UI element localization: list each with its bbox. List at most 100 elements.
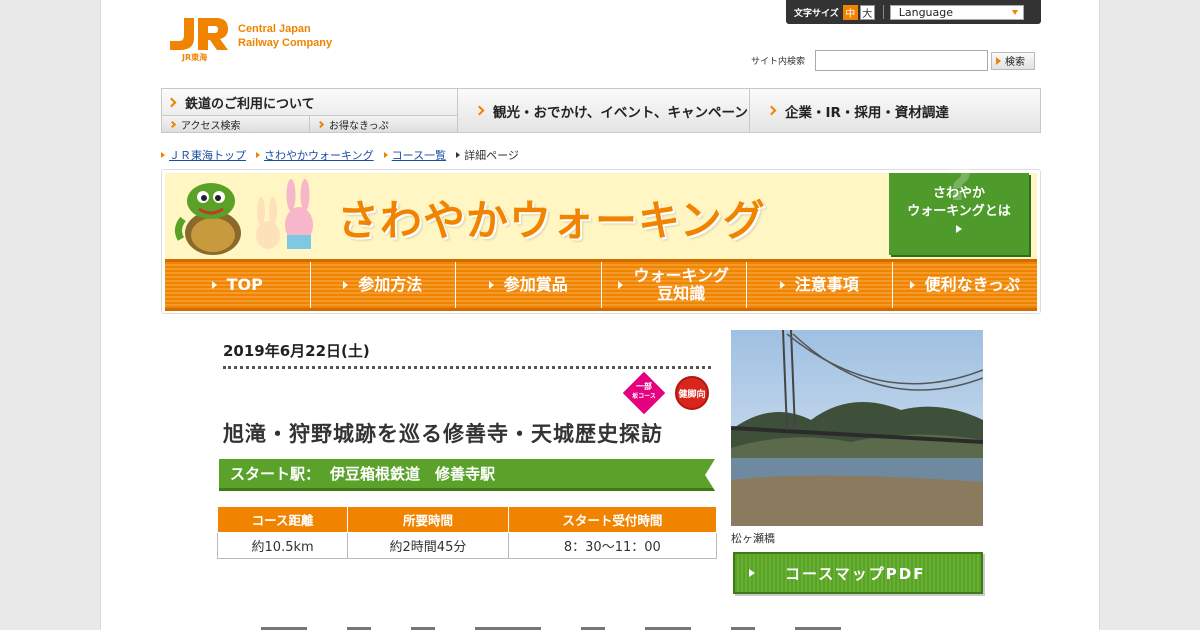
walking-nav: TOP 参加方法 参加賞品 ウォーキング 豆知識 注意事項 便利なきっぷ bbox=[165, 259, 1037, 311]
arrow-right-icon bbox=[779, 281, 785, 289]
course-info-table: コース距離 所要時間 スタート受付時間 約10.5km 約2時間45分 8：30… bbox=[216, 506, 718, 559]
header-duration: 所要時間 bbox=[347, 506, 509, 533]
walking-nav-label-line-2: 豆知識 bbox=[657, 284, 706, 303]
badge-line-2: 坂コース bbox=[632, 393, 656, 400]
breadcrumb-label: 詳細ページ bbox=[464, 149, 519, 162]
chevron-right-icon bbox=[766, 105, 777, 116]
gnav-item-label: 企業・IR・採用・資材調達 bbox=[785, 104, 949, 121]
arrow-right-icon bbox=[618, 281, 624, 289]
jr-central-logo[interactable]: JR東海 Central Japan Railway Company bbox=[166, 16, 332, 64]
search-label: サイト内検索 bbox=[751, 57, 806, 67]
walking-nav-tickets[interactable]: 便利なきっぷ bbox=[893, 262, 1038, 308]
walking-nav-label: 注意事項 bbox=[794, 275, 859, 294]
value-start-time: 8：30～11：00 bbox=[507, 532, 718, 559]
arrow-right-icon bbox=[161, 152, 165, 158]
walking-nav-tips[interactable]: ウォーキング 豆知識 bbox=[602, 262, 747, 308]
difficulty-badge: 健脚向 bbox=[675, 376, 709, 410]
logo-line-2: Railway Company bbox=[238, 37, 333, 49]
arrow-right-icon bbox=[343, 281, 349, 289]
table-header-row: コース距離 所要時間 スタート受付時間 bbox=[216, 506, 718, 533]
language-select[interactable]: Language bbox=[889, 4, 1024, 20]
walking-nav-how-to-join[interactable]: 参加方法 bbox=[311, 262, 456, 308]
arrow-right-icon bbox=[211, 281, 217, 289]
gnav-railway-group: 鉄道のご利用について アクセス検索 お得なきっぷ bbox=[162, 89, 458, 132]
gnav-item-label: 観光・おでかけ、イベント、キャンペーン bbox=[493, 104, 748, 121]
gnav-sub-label: アクセス検索 bbox=[181, 120, 241, 132]
photo-caption: 松ヶ瀬橋 bbox=[731, 532, 775, 545]
event-date: 2019年6月22日(土) bbox=[223, 342, 370, 360]
search-button[interactable]: 検索 bbox=[991, 51, 1036, 70]
logo-company-name: Central Japan Railway Company bbox=[238, 22, 332, 50]
walking-nav-label: 参加方法 bbox=[358, 275, 423, 294]
walking-nav-label: ウォーキング 豆知識 bbox=[633, 267, 729, 303]
gnav-railway-use[interactable]: 鉄道のご利用について bbox=[162, 89, 457, 117]
gnav-subs: アクセス検索 お得なきっぷ bbox=[162, 116, 457, 132]
arrow-right-icon bbox=[456, 152, 461, 158]
breadcrumb: ＪＲ東海トップ さわやかウォーキング コース一覧 詳細ページ bbox=[161, 147, 529, 163]
course-map-pdf-button[interactable]: コースマップPDF bbox=[733, 552, 983, 594]
arrow-right-icon bbox=[383, 152, 388, 158]
search-input[interactable] bbox=[815, 50, 989, 71]
arrow-right-icon bbox=[909, 281, 915, 289]
start-station-name: 伊豆箱根鉄道 修善寺駅 bbox=[330, 465, 496, 483]
gnav-access-search[interactable]: アクセス検索 bbox=[162, 116, 310, 132]
banner-header: さわやかウォーキング ? さわやか ウォーキングとは bbox=[165, 156, 1037, 259]
breadcrumb-course-list[interactable]: コース一覧 bbox=[383, 147, 446, 163]
course-title: 旭滝・狩野城跡を巡る修善寺・天城歴史探訪 bbox=[223, 422, 663, 446]
gnav-sub-label: お得なきっぷ bbox=[329, 120, 389, 132]
mascot-illustration bbox=[174, 179, 313, 255]
walking-nav-label: TOP bbox=[226, 275, 263, 294]
global-nav: 鉄道のご利用について アクセス検索 お得なきっぷ 観光・おでかけ、イベント、キャ… bbox=[161, 88, 1041, 133]
table-row: 約10.5km 約2時間45分 8：30～11：00 bbox=[216, 532, 718, 559]
walking-nav-label: 参加賞品 bbox=[503, 275, 568, 294]
caret-down-icon bbox=[1011, 9, 1018, 15]
language-select-value: Language bbox=[898, 5, 954, 19]
chevron-right-icon bbox=[474, 105, 485, 116]
question-mark-icon: ? bbox=[945, 156, 973, 212]
breadcrumb-walking[interactable]: さわやかウォーキング bbox=[256, 147, 374, 163]
font-size-medium-button[interactable]: 中 bbox=[842, 4, 858, 20]
badge-line-1: 一部 bbox=[636, 382, 652, 391]
divider bbox=[882, 5, 884, 19]
walking-nav-notes[interactable]: 注意事項 bbox=[747, 262, 893, 308]
about-walking-button[interactable]: ? さわやか ウォーキングとは bbox=[889, 156, 1029, 255]
header-distance: コース距離 bbox=[216, 506, 349, 533]
chevron-right-icon bbox=[166, 97, 177, 108]
gnav-corporate[interactable]: 企業・IR・採用・資材調達 bbox=[750, 89, 1040, 132]
walking-nav-label: 便利なきっぷ bbox=[924, 275, 1020, 294]
walking-nav-top[interactable]: TOP bbox=[165, 262, 311, 308]
arrow-right-icon bbox=[996, 56, 1002, 65]
font-size-large-button[interactable]: 大 bbox=[859, 4, 875, 20]
logo-subtitle: JR東海 bbox=[182, 53, 208, 62]
pdf-button-label: コースマップPDF bbox=[785, 564, 926, 583]
logo-line-1: Central Japan bbox=[238, 23, 311, 35]
banner-title: さわやかウォーキング bbox=[337, 196, 766, 245]
arrow-right-icon bbox=[488, 281, 494, 289]
walking-nav-label-line-1: ウォーキング bbox=[633, 266, 730, 285]
page: 文字サイズ 中 大 Language JR東海 Central Japan Ra… bbox=[100, 0, 1100, 630]
breadcrumb-jr-top[interactable]: ＪＲ東海トップ bbox=[161, 147, 246, 163]
start-station-bar: スタート駅： 伊豆箱根鉄道 修善寺駅 bbox=[219, 459, 715, 491]
gnav-railway-use-label: 鉄道のご利用について bbox=[185, 96, 315, 112]
search-button-label: 検索 bbox=[1005, 57, 1026, 68]
arrow-right-icon bbox=[749, 569, 755, 577]
dotted-divider bbox=[223, 366, 711, 369]
breadcrumb-label: さわやかウォーキング bbox=[264, 149, 374, 162]
header-start-time: スタート受付時間 bbox=[507, 506, 718, 533]
font-size-label: 文字サイズ bbox=[794, 8, 839, 19]
jr-logo-mark: JR東海 bbox=[166, 16, 230, 64]
value-distance: 約10.5km bbox=[216, 532, 349, 559]
walking-banner: さわやかウォーキング ? さわやか ウォーキングとは TOP 参加方法 参加賞品… bbox=[161, 156, 1041, 314]
walking-nav-prizes[interactable]: 参加賞品 bbox=[456, 262, 602, 308]
start-station-label: スタート駅： bbox=[230, 465, 321, 483]
site-search: サイト内検索 検索 bbox=[751, 50, 1036, 71]
course-photo bbox=[731, 330, 983, 526]
value-duration: 約2時間45分 bbox=[347, 532, 509, 559]
gnav-tourism-events[interactable]: 観光・おでかけ、イベント、キャンペーン bbox=[458, 89, 750, 132]
breadcrumb-current: 詳細ページ bbox=[456, 147, 519, 163]
arrow-right-icon bbox=[956, 225, 962, 233]
utility-bar: 文字サイズ 中 大 Language bbox=[786, 0, 1041, 24]
chevron-right-icon bbox=[316, 120, 325, 128]
gnav-discount-tickets[interactable]: お得なきっぷ bbox=[310, 116, 457, 132]
breadcrumb-label: ＪＲ東海トップ bbox=[169, 149, 246, 162]
